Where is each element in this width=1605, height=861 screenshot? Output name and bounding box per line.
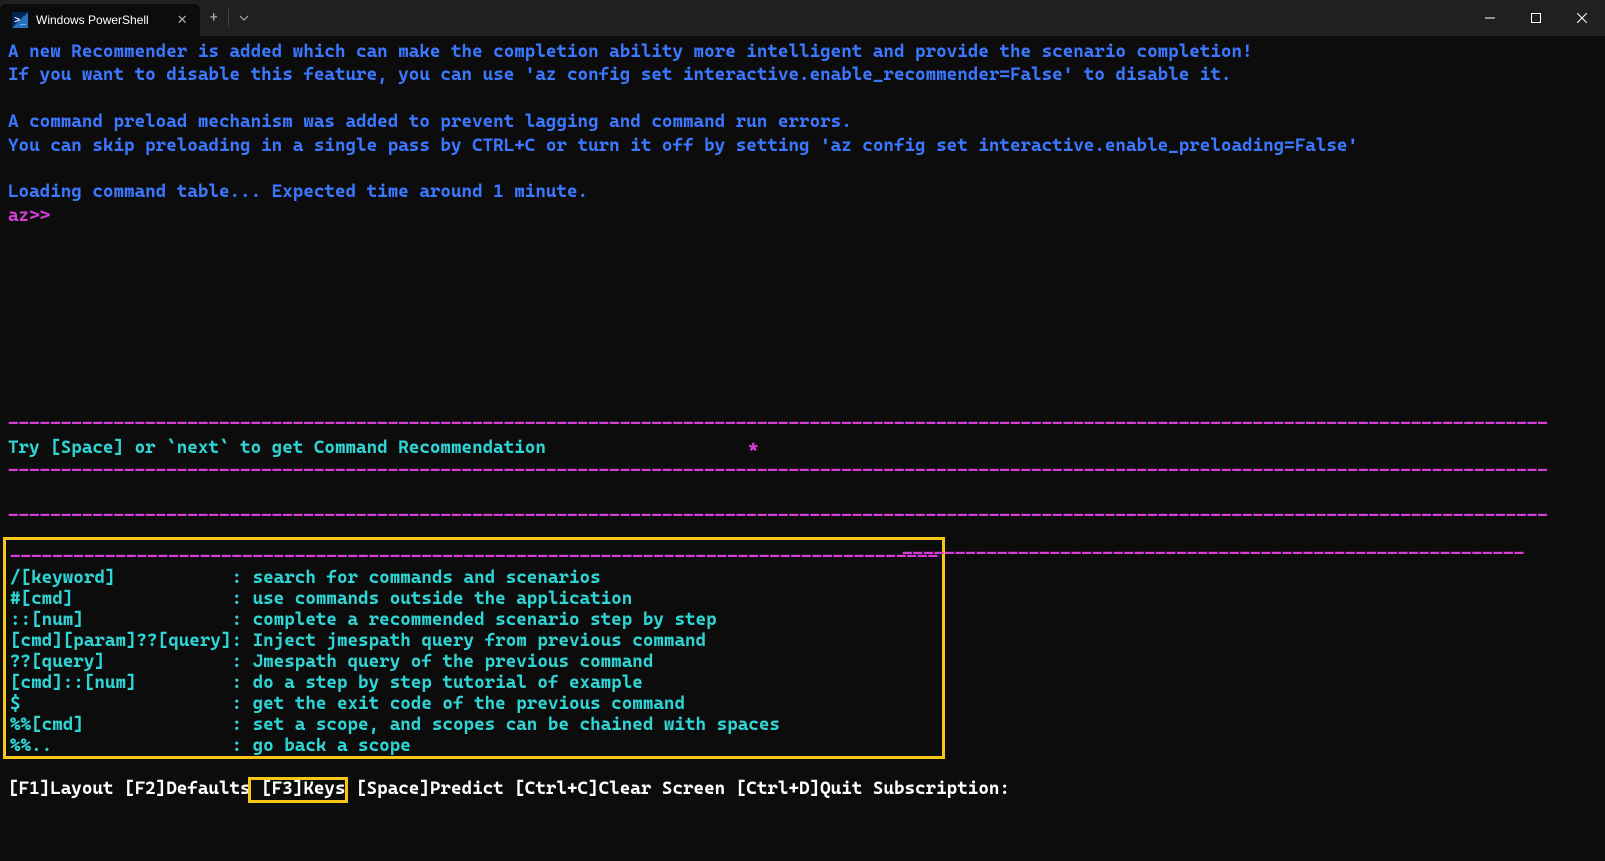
chevron-down-icon [239,13,249,23]
minimize-icon [1485,13,1495,23]
blank-line [8,87,1597,110]
spacer [8,227,1597,412]
prompt: az>> [8,204,1597,227]
help-line: #[cmd] : use commands outside the applic… [10,588,938,609]
output-line: Loading command table... Expected time a… [8,180,1597,203]
tab-title: Windows PowerShell [36,13,149,27]
window-controls [1467,0,1605,36]
help-line: [cmd]::[num] : do a step by step tutoria… [10,672,938,693]
titlebar-left: >_ Windows PowerShell ✕ + [0,0,259,36]
close-window-button[interactable] [1559,0,1605,36]
spacer [8,482,1597,504]
output-line: A command preload mechanism was added to… [8,110,1597,133]
terminal-output[interactable]: A new Recommender is added which can mak… [0,36,1605,532]
divider: ----------------------------------------… [8,504,1597,527]
help-keys-panel: ----------------------------------------… [3,537,945,759]
minimize-button[interactable] [1467,0,1513,36]
help-line: ::[num] : complete a recommended scenari… [10,609,938,630]
output-line: If you want to disable this feature, you… [8,63,1597,86]
help-line: /[keyword] : search for commands and sce… [10,567,938,588]
tab-powershell[interactable]: >_ Windows PowerShell ✕ [0,4,200,36]
output-line: You can skip preloading in a single pass… [8,134,1597,157]
tab-dropdown-button[interactable] [229,0,259,36]
titlebar: >_ Windows PowerShell ✕ + [0,0,1605,36]
recommendation-row: Try [Space] or `next` to get Command Rec… [8,436,1597,459]
output-line: A new Recommender is added which can mak… [8,40,1597,63]
maximize-icon [1531,13,1541,23]
help-line: ??[query] : Jmespath query of the previo… [10,651,938,672]
powershell-icon: >_ [12,12,28,28]
help-line: %%[cmd] : set a scope, and scopes can be… [10,714,938,735]
divider: ----------------------------------------… [902,543,1524,564]
recommendation-indicator: * [748,436,759,459]
divider: ----------------------------------------… [10,546,938,567]
blank-line [8,157,1597,180]
maximize-button[interactable] [1513,0,1559,36]
close-tab-button[interactable]: ✕ [157,12,188,28]
divider: ----------------------------------------… [8,459,1597,482]
new-tab-button[interactable]: + [200,0,228,36]
close-icon [1577,13,1587,23]
help-line: [cmd][param]??[query]: Inject jmespath q… [10,630,938,651]
help-line: %%.. : go back a scope [10,735,938,756]
recommendation-hint: Try [Space] or `next` to get Command Rec… [8,436,748,459]
divider: ----------------------------------------… [8,412,1597,435]
bottom-status-bar: [F1]Layout [F2]Defaults [F3]Keys [Space]… [8,778,1010,799]
help-line: $ : get the exit code of the previous co… [10,693,938,714]
